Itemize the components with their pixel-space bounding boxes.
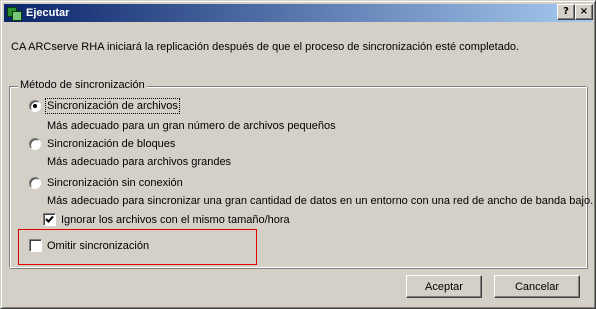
sync-method-legend: Método de sincronización — [18, 79, 147, 91]
ignore-same-files-checkbox[interactable]: Ignorar los archivos con el mismo tamaño… — [43, 213, 290, 226]
option-description: Más adecuado para un gran número de arch… — [47, 120, 336, 132]
radio-file-sync[interactable]: Sincronización de archivos — [29, 98, 180, 114]
checkbox-label: Omitir sincronización — [47, 239, 150, 252]
checkbox-checked-icon — [43, 213, 56, 226]
close-button[interactable]: × — [575, 4, 593, 20]
option-description: Más adecuado para archivos grandes — [47, 156, 232, 168]
radio-unselected-icon — [29, 177, 41, 189]
title-bar: Ejecutar — [4, 4, 592, 22]
accept-button[interactable]: Aceptar — [406, 275, 482, 298]
radio-unselected-icon — [29, 138, 41, 150]
radio-selected-icon — [29, 100, 41, 112]
radio-label: Sincronización sin conexión — [47, 177, 183, 189]
help-button[interactable]: ? — [557, 4, 575, 20]
radio-offline-sync[interactable]: Sincronización sin conexión — [29, 177, 183, 189]
cancel-button[interactable]: Cancelar — [494, 275, 580, 298]
checkbox-label: Ignorar los archivos con el mismo tamaño… — [61, 213, 290, 226]
radio-label: Sincronización de bloques — [47, 138, 176, 150]
radio-label: Sincronización de archivos — [45, 98, 180, 114]
app-icon — [6, 5, 22, 21]
skip-sync-checkbox[interactable]: Omitir sincronización — [29, 239, 149, 252]
option-description: Más adecuado para sincronizar una gran c… — [47, 195, 594, 207]
checkbox-unchecked-icon — [29, 239, 42, 252]
dialog-title: Ejecutar — [26, 7, 70, 19]
radio-block-sync[interactable]: Sincronización de bloques — [29, 138, 175, 150]
info-message: CA ARCserve RHA iniciará la replicación … — [11, 41, 520, 53]
